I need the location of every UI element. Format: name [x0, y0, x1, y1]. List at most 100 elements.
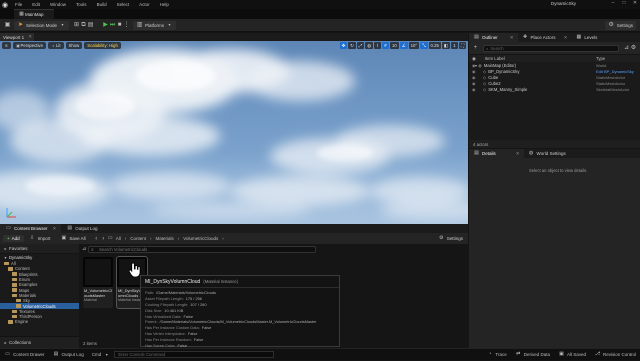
- save-icon[interactable]: ▣: [4, 22, 11, 29]
- output-log-button[interactable]: ▤ Output Log: [49, 349, 88, 361]
- level-tab[interactable]: ▦ MainMap: [14, 9, 54, 19]
- back-icon[interactable]: ‹: [93, 235, 100, 242]
- menu-window[interactable]: Window: [45, 2, 71, 7]
- gear-icon[interactable]: ⚙: [630, 45, 637, 52]
- visibility-eye-icon[interactable]: ◉: [472, 63, 476, 68]
- settings-dropdown[interactable]: ⚙ Settings: [604, 20, 636, 30]
- show-button[interactable]: Show: [65, 42, 83, 49]
- breadcrumb-all[interactable]: All: [116, 236, 121, 241]
- folder-tree-items: All Content Blueprints Enum Examples Maps Mate…: [0, 261, 79, 325]
- add-content-icon[interactable]: ⊞: [73, 22, 80, 29]
- rotation-snap-value[interactable]: 10°: [408, 42, 420, 49]
- scale-snap-icon[interactable]: ⤡: [420, 42, 428, 49]
- translate-tool-icon[interactable]: ✥: [339, 42, 348, 49]
- menu-build[interactable]: Build: [92, 2, 112, 7]
- skip-icon[interactable]: ⏭: [109, 22, 116, 29]
- type-column[interactable]: Type: [596, 56, 605, 61]
- play-icon[interactable]: ▶: [102, 22, 109, 29]
- breadcrumb-materials[interactable]: Materials: [155, 236, 173, 241]
- folder-tree-item[interactable]: Engine: [0, 319, 79, 324]
- close-tab-icon[interactable]: ✕: [516, 151, 520, 157]
- asset-search-input[interactable]: ⌕ Search VolumetricClouds: [88, 246, 316, 253]
- scale-snap-value[interactable]: 0.25: [428, 42, 441, 49]
- close-tab-icon[interactable]: ✕: [28, 34, 32, 40]
- menu-file[interactable]: File: [10, 2, 27, 7]
- project-header[interactable]: ▾ DynamicSky: [0, 254, 79, 261]
- menu-tools[interactable]: Tools: [71, 2, 92, 7]
- visibility-eye-icon[interactable]: ◉: [472, 81, 476, 86]
- cinematics-icon[interactable]: ▤: [87, 22, 94, 29]
- content-drawer-button[interactable]: ▭ Content Drawer: [0, 349, 49, 361]
- stop-icon[interactable]: ■: [116, 22, 123, 29]
- close-tab-icon[interactable]: ✕: [53, 226, 57, 232]
- rotation-snap-icon[interactable]: ∠: [399, 42, 408, 49]
- folder-browse-icon[interactable]: ▭: [107, 235, 114, 242]
- derived-data-button[interactable]: ⇄ Derived Data: [511, 349, 554, 361]
- visibility-eye-icon[interactable]: ◉: [472, 87, 476, 92]
- filter-icon[interactable]: ⊿: [82, 246, 86, 252]
- asset-tile[interactable]: M_VolumetricCloudsMaster Material: [83, 257, 113, 308]
- maximize-icon[interactable]: □: [619, 0, 629, 9]
- breadcrumb-content[interactable]: Content: [130, 236, 146, 241]
- trace-button[interactable]: ◔ Trace: [482, 349, 510, 361]
- close-tab-icon[interactable]: ✕: [564, 35, 568, 41]
- grid-snap-value[interactable]: 10: [389, 42, 399, 49]
- more-options-icon[interactable]: ⋮: [123, 22, 130, 29]
- rotate-tool-icon[interactable]: ↻: [348, 42, 356, 49]
- tab-levels[interactable]: ▦ Levels: [571, 33, 601, 42]
- menu-help[interactable]: Help: [155, 2, 174, 7]
- viewport-options-button[interactable]: ≡: [2, 42, 11, 49]
- lit-button[interactable]: ◐ Lit: [47, 42, 64, 49]
- minimize-icon[interactable]: –: [608, 0, 618, 9]
- unreal-logo-icon[interactable]: ◉: [0, 0, 10, 9]
- visibility-eye-icon[interactable]: ◉: [472, 75, 476, 80]
- save-all-button[interactable]: ▣ Save All: [55, 234, 90, 243]
- favorites-header[interactable]: ▸ Favorites: [0, 244, 79, 254]
- collections-header[interactable]: ▸ Collections: [0, 336, 79, 348]
- grid-snap-icon[interactable]: #: [381, 42, 389, 49]
- outliner-row-type[interactable]: Edit BP_DynamicSky: [596, 69, 634, 74]
- content-settings-button[interactable]: ⚙ Settings: [433, 234, 468, 243]
- platforms-dropdown[interactable]: ▥ Platforms ▾: [133, 20, 177, 30]
- tab-details[interactable]: ▤ Details ✕: [469, 149, 524, 158]
- selection-mode-dropdown[interactable]: ➤ Selection Mode ▾: [14, 20, 70, 30]
- blueprint-icon[interactable]: ⧉: [80, 22, 87, 29]
- cmd-dropdown[interactable]: Cmd ▾: [88, 349, 115, 361]
- revision-control-button[interactable]: ⎇ Revision Control: [590, 349, 640, 361]
- tab-outliner[interactable]: ▤ Outliner ✕: [469, 33, 518, 42]
- world-space-icon[interactable]: ◍: [365, 42, 373, 49]
- visibility-eye-icon[interactable]: ◉: [472, 69, 476, 74]
- log-icon: ▤: [53, 351, 59, 357]
- camera-speed-icon[interactable]: ◧: [441, 42, 450, 49]
- surface-snap-icon[interactable]: ⌇: [373, 42, 381, 49]
- item-label-column[interactable]: Item Label: [485, 56, 505, 61]
- all-saved-button[interactable]: ▣ All Saved: [554, 349, 590, 361]
- add-actor-icon[interactable]: +: [472, 45, 479, 52]
- breadcrumb-volumetricclouds[interactable]: VolumetricClouds: [183, 236, 218, 241]
- menu-select[interactable]: Select: [112, 2, 135, 7]
- outliner-row[interactable]: ◉ ◇ SKM_Manny_Simple SkeletalMeshActor: [469, 86, 640, 92]
- console-command-input[interactable]: Enter Console Command: [114, 351, 275, 358]
- scalability-warning[interactable]: Scalability: High: [84, 42, 121, 49]
- collections-label: Collections: [9, 340, 32, 345]
- menu-actor[interactable]: Actor: [134, 2, 155, 7]
- add-button[interactable]: + Add: [3, 235, 24, 242]
- tab-place-actors[interactable]: ✚ Place Actors ✕: [518, 33, 572, 42]
- camera-speed-value[interactable]: 1: [450, 42, 458, 49]
- filter-icon[interactable]: ⊿: [623, 45, 630, 52]
- level-viewport[interactable]: [0, 41, 468, 224]
- outliner-search-input[interactable]: ⌕ Search: [483, 44, 619, 52]
- tab-world-settings[interactable]: ◍ World Settings: [524, 149, 570, 158]
- tab-content-browser[interactable]: ▭ Content Browser ✕: [0, 224, 62, 233]
- forward-icon[interactable]: ›: [100, 235, 107, 242]
- menu-edit[interactable]: Edit: [27, 2, 45, 7]
- tab-output-log[interactable]: ▤ Output Log: [61, 224, 102, 233]
- close-tab-icon[interactable]: ✕: [510, 35, 514, 41]
- close-window-icon[interactable]: ✕: [630, 0, 640, 9]
- perspective-button[interactable]: ▣ Perspective: [12, 42, 46, 49]
- viewport-tab[interactable]: Viewport 1 ✕: [0, 33, 34, 41]
- maximize-viewport-icon[interactable]: ⛶: [458, 42, 466, 49]
- import-button[interactable]: ⇩ Import: [24, 234, 56, 243]
- tab-output-log-label: Output Log: [75, 226, 98, 231]
- scale-tool-icon[interactable]: ⤢: [356, 42, 365, 49]
